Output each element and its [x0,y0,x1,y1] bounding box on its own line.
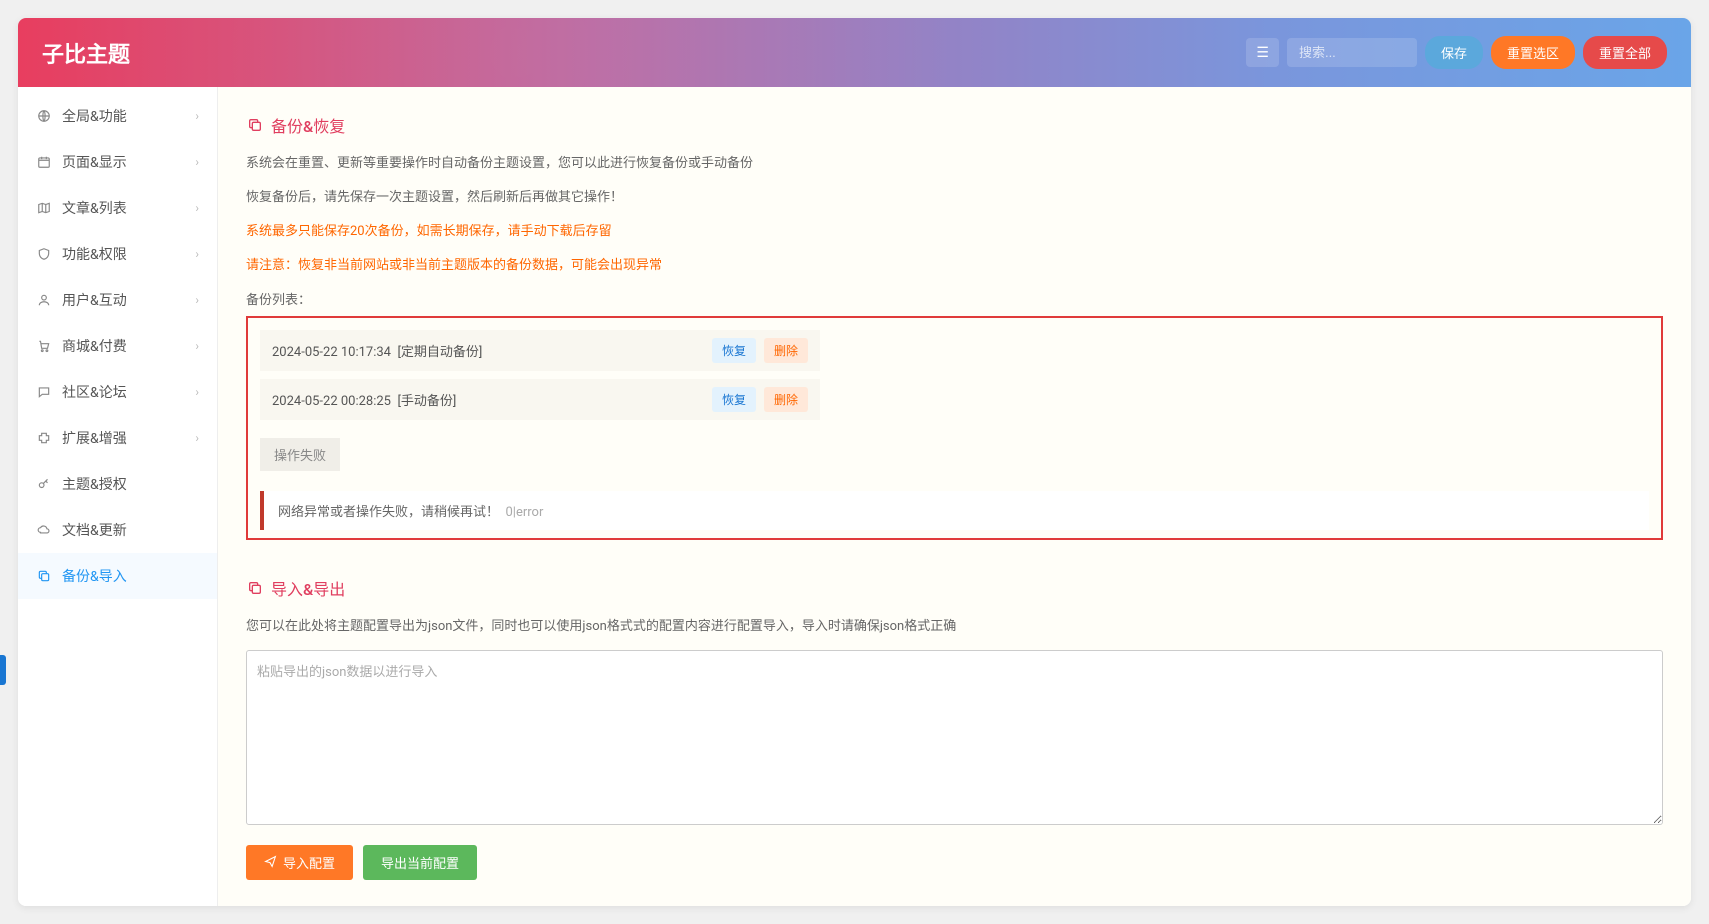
sidebar-label: 备份&导入 [62,566,127,586]
backup-info-1: 系统会在重置、更新等重要操作时自动备份主题设置，您可以此进行恢复备份或手动备份 [246,153,1663,175]
delete-button[interactable]: 删除 [764,338,808,363]
sidebar-item-docs[interactable]: 文档&更新 [18,507,217,553]
backup-row: 2024-05-22 10:17:34 [定期自动备份] 恢复 删除 [260,330,820,371]
header-actions: ☰ 保存 重置选区 重置全部 [1246,36,1667,69]
sidebar-label: 页面&显示 [62,152,127,172]
sidebar-label: 社区&论坛 [62,382,127,402]
backup-section-title: 备份&恢复 [246,113,1663,137]
sidebar-item-global[interactable]: 全局&功能 › [18,93,217,139]
copy-icon [246,579,264,597]
chevron-right-icon: › [195,431,199,445]
user-icon [36,292,52,308]
restore-button[interactable]: 恢复 [712,338,756,363]
chevron-right-icon: › [195,109,199,123]
sidebar-label: 功能&权限 [62,244,127,264]
sidebar-label: 全局&功能 [62,106,127,126]
backup-list-label: 备份列表： [246,289,1663,308]
chat-icon [36,384,52,400]
calendar-icon [36,154,52,170]
error-code: 0|error [505,505,543,520]
sidebar-label: 文章&列表 [62,198,127,218]
cloud-icon [36,522,52,538]
sidebar-label: 商城&付费 [62,336,127,356]
sidebar-item-shop[interactable]: 商城&付费 › [18,323,217,369]
backup-warn-1: 系统最多只能保存20次备份，如需长期保存，请手动下载后存留 [246,221,1663,243]
save-button[interactable]: 保存 [1425,36,1483,69]
sidebar-label: 用户&互动 [62,290,127,310]
send-icon [264,855,277,871]
reset-all-button[interactable]: 重置全部 [1583,36,1667,69]
backup-info-2: 恢复备份后，请先保存一次主题设置，然后刷新后再做其它操作！ [246,187,1663,209]
sidebar-item-extend[interactable]: 扩展&增强 › [18,415,217,461]
chevron-right-icon: › [195,385,199,399]
menu-toggle-button[interactable]: ☰ [1246,38,1279,67]
chevron-right-icon: › [195,293,199,307]
import-config-button[interactable]: 导入配置 [246,845,353,880]
sidebar-label: 文档&更新 [62,520,127,540]
reset-area-button[interactable]: 重置选区 [1491,36,1575,69]
chevron-right-icon: › [195,247,199,261]
backup-row-text: 2024-05-22 10:17:34 [定期自动备份] [272,341,482,360]
key-icon [36,476,52,492]
export-config-button[interactable]: 导出当前配置 [363,845,477,880]
side-tab[interactable] [0,655,6,685]
sidebar-label: 主题&授权 [62,474,127,494]
error-message-bar: 网络异常或者操作失败，请稍候再试！ 0|error [260,491,1649,530]
backup-warn-2: 请注意：恢复非当前网站或非当前主题版本的备份数据，可能会出现异常 [246,255,1663,277]
section-title-text: 导入&导出 [271,576,345,600]
chevron-right-icon: › [195,339,199,353]
content-area: 备份&恢复 系统会在重置、更新等重要操作时自动备份主题设置，您可以此进行恢复备份… [218,87,1691,906]
search-input[interactable] [1287,38,1417,67]
globe-icon [36,108,52,124]
highlight-box: 2024-05-22 10:17:34 [定期自动备份] 恢复 删除 2024-… [246,316,1663,540]
error-text: 网络异常或者操作失败，请稍候再试！ [278,505,499,520]
sidebar-item-permission[interactable]: 功能&权限 › [18,231,217,277]
operation-failed-badge: 操作失败 [260,438,340,471]
sidebar-item-backup[interactable]: 备份&导入 [18,553,217,599]
restore-button[interactable]: 恢复 [712,387,756,412]
sidebar: 全局&功能 › 页面&显示 › 文章&列表 › [18,87,218,906]
import-section-title: 导入&导出 [246,576,1663,600]
backup-row: 2024-05-22 00:28:25 [手动备份] 恢复 删除 [260,379,820,420]
copy-icon [246,116,264,134]
header-bar: 子比主题 ☰ 保存 重置选区 重置全部 [18,18,1691,87]
section-title-text: 备份&恢复 [271,113,345,137]
chevron-right-icon: › [195,155,199,169]
sidebar-item-article[interactable]: 文章&列表 › [18,185,217,231]
sidebar-label: 扩展&增强 [62,428,127,448]
sidebar-item-page[interactable]: 页面&显示 › [18,139,217,185]
backup-row-text: 2024-05-22 00:28:25 [手动备份] [272,390,456,409]
sidebar-item-theme[interactable]: 主题&授权 [18,461,217,507]
chevron-right-icon: › [195,201,199,215]
import-btn-label: 导入配置 [283,853,335,872]
import-desc: 您可以在此处将主题配置导出为json文件，同时也可以使用json格式式的配置内容… [246,616,1663,638]
cart-icon [36,338,52,354]
shield-icon [36,246,52,262]
import-textarea[interactable] [246,650,1663,825]
map-icon [36,200,52,216]
app-title: 子比主题 [42,37,130,69]
sidebar-item-community[interactable]: 社区&论坛 › [18,369,217,415]
sidebar-item-user[interactable]: 用户&互动 › [18,277,217,323]
plugin-icon [36,430,52,446]
delete-button[interactable]: 删除 [764,387,808,412]
copy-icon [36,568,52,584]
